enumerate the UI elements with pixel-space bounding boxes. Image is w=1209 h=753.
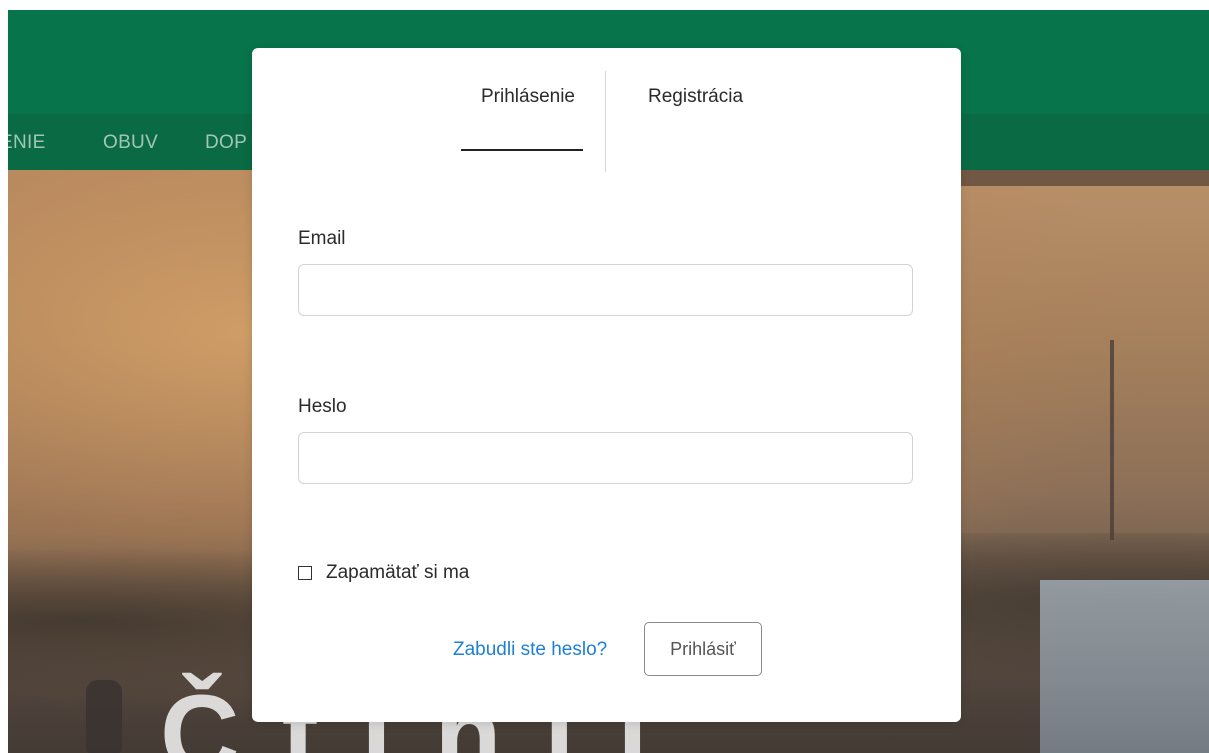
stadium-arch — [949, 170, 1209, 266]
active-tab-underline — [461, 149, 583, 151]
email-label: Email — [298, 228, 346, 249]
password-label: Heslo — [298, 396, 347, 417]
stadium-stand — [1040, 580, 1209, 753]
remember-me-label: Zapamätať si ma — [326, 562, 470, 583]
tab-register[interactable]: Registrácia — [648, 86, 743, 108]
nav-item-obuv[interactable]: OBUV — [103, 132, 158, 154]
email-field[interactable] — [298, 264, 913, 316]
tab-login[interactable]: Prihlásenie — [481, 86, 575, 108]
nav-item-doplnky[interactable]: DOP — [205, 132, 247, 154]
remember-me-checkbox[interactable]: Zapamätať si ma — [298, 562, 469, 584]
forgot-password-link[interactable]: Zabudli ste heslo? — [453, 639, 607, 661]
page: ENIE OBUV DOP Č t l h l i Prihlásenie Re… — [0, 0, 1209, 753]
tab-divider — [605, 71, 606, 172]
login-button[interactable]: Prihlásiť — [644, 622, 762, 676]
light-pole — [1110, 340, 1114, 540]
password-field[interactable] — [298, 432, 913, 484]
login-modal: Prihlásenie Registrácia Email Heslo Zapa… — [252, 48, 961, 722]
checkbox-icon[interactable] — [298, 566, 312, 580]
runner-silhouette — [86, 680, 122, 753]
nav-item-oblecenie[interactable]: ENIE — [0, 132, 46, 154]
